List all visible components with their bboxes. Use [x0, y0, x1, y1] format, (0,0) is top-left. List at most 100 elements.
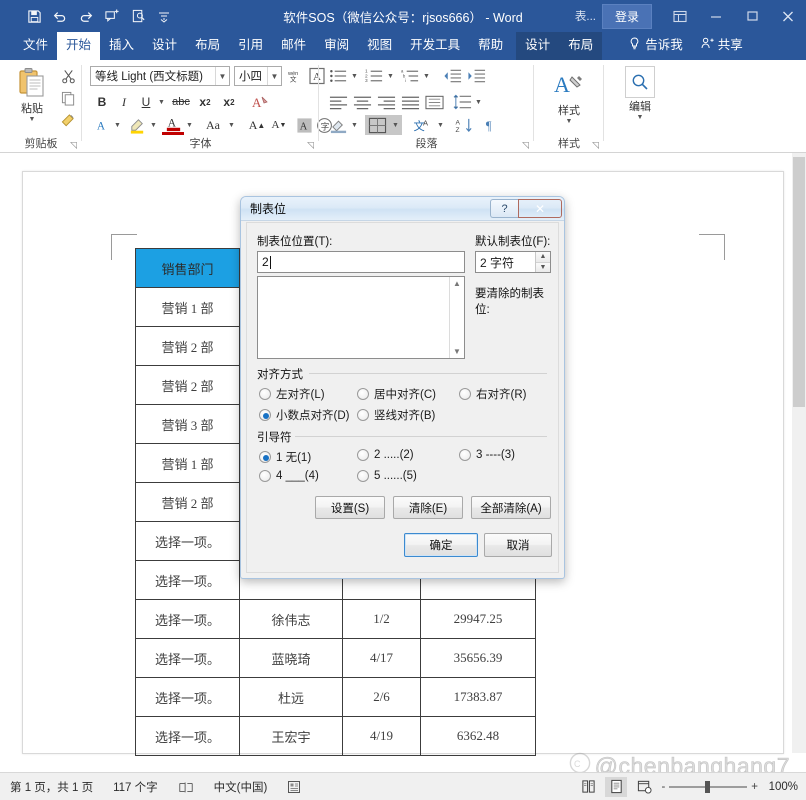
cell-dept[interactable]: 营销 1 部 [135, 287, 240, 327]
italic-button[interactable]: I [114, 92, 134, 112]
justify-button[interactable] [399, 92, 421, 112]
undo-icon[interactable] [48, 4, 72, 28]
align-right-radio[interactable]: 右对齐(R) [459, 386, 526, 402]
tab-insert[interactable]: 插入 [100, 32, 143, 60]
tab-mailings[interactable]: 邮件 [272, 32, 315, 60]
leader-none-radio[interactable]: 1 无(1) [259, 449, 311, 465]
cell-amount[interactable]: 17383.87 [420, 677, 536, 717]
word-count[interactable]: 117 个字 [103, 779, 168, 795]
cell-dept[interactable]: 选择一项。 [135, 521, 240, 561]
cell-name[interactable]: 徐伟志 [239, 599, 343, 639]
zoom-knob[interactable] [705, 780, 711, 793]
font-name-combo[interactable]: 等线 Light (西文标题) ▼ [90, 66, 230, 86]
distribute-button[interactable] [423, 92, 445, 112]
language-indicator[interactable]: 中文(中国) [204, 779, 278, 795]
editing-dropdown-arrow[interactable]: ▼ [616, 114, 664, 121]
bullets-dropdown-arrow[interactable]: ▼ [349, 66, 360, 86]
font-size-caret-icon[interactable]: ▼ [267, 67, 281, 85]
clipboard-dialog-launcher[interactable]: ◹ [70, 141, 79, 150]
cell-date[interactable]: 2/6 [342, 677, 421, 717]
tab-position-listbox[interactable]: ▲ ▼ [257, 276, 465, 359]
tab-layout[interactable]: 布局 [186, 32, 229, 60]
cell-amount[interactable]: 29947.25 [420, 599, 536, 639]
borders-button[interactable] [365, 115, 389, 135]
underline-button[interactable]: U [136, 92, 156, 112]
align-center-button[interactable] [351, 92, 373, 112]
line-spacing-dropdown-arrow[interactable]: ▼ [473, 92, 484, 112]
font-size-combo[interactable]: 小四 ▼ [234, 66, 282, 86]
table-row[interactable]: 选择一项。 王宏宇 4/19 6362.48 [135, 716, 536, 756]
font-name-caret-icon[interactable]: ▼ [215, 67, 229, 85]
cell-dept[interactable]: 选择一项。 [135, 638, 240, 678]
accessibility-icon[interactable] [277, 780, 311, 794]
cell-dept[interactable]: 营销 2 部 [135, 482, 240, 522]
sign-in-button[interactable]: 登录 [601, 3, 652, 29]
set-button[interactable]: 设置(S) [315, 496, 385, 519]
page-info[interactable]: 第 1 页，共 1 页 [0, 779, 103, 795]
cell-dept[interactable]: 营销 2 部 [135, 365, 240, 405]
tab-table-design[interactable]: 设计 [516, 32, 559, 60]
line-spacing-button[interactable] [451, 92, 473, 112]
copy-button[interactable] [58, 88, 78, 108]
table-row[interactable]: 选择一项。 蓝晓琦 4/17 35656.39 [135, 638, 536, 678]
change-case-button[interactable]: wén 文 [285, 66, 305, 86]
scroll-up-icon[interactable]: ▲ [453, 277, 461, 290]
text-effects-button[interactable]: A [248, 91, 272, 113]
align-center-radio[interactable]: 居中对齐(C) [357, 386, 436, 402]
minimize-button[interactable] [698, 0, 734, 32]
decrease-indent-button[interactable] [441, 66, 463, 86]
clear-all-button[interactable]: 全部清除(A) [471, 496, 551, 519]
character-shading-button[interactable]: A [294, 115, 314, 135]
multilevel-list-dropdown-arrow[interactable]: ▼ [421, 66, 432, 86]
tell-me-box[interactable]: 告诉我 [620, 32, 692, 60]
dialog-close-button[interactable]: ✕ [518, 199, 562, 218]
spinner-down-icon[interactable]: ▼ [536, 262, 550, 272]
cell-dept[interactable]: 选择一项。 [135, 716, 240, 756]
web-layout-icon[interactable] [633, 777, 655, 797]
cell-dept[interactable]: 销售部门 [135, 248, 240, 288]
clear-button[interactable]: 清除(E) [393, 496, 463, 519]
save-icon[interactable] [22, 4, 46, 28]
redo-icon[interactable] [74, 4, 98, 28]
font-color-dropdown-arrow[interactable]: ▼ [184, 115, 195, 135]
cell-dept[interactable]: 营销 1 部 [135, 443, 240, 483]
scrollbar-thumb[interactable] [793, 157, 805, 407]
strikethrough-button[interactable]: abc [170, 92, 192, 112]
tab-position-input[interactable]: 2 [257, 251, 465, 273]
cell-name[interactable]: 杜远 [239, 677, 343, 717]
align-right-button[interactable] [375, 92, 397, 112]
cell-dept[interactable]: 营销 3 部 [135, 404, 240, 444]
vertical-scrollbar[interactable] [792, 153, 806, 753]
editing-button[interactable]: 编辑 ▼ [616, 66, 664, 121]
spinner-up-icon[interactable]: ▲ [536, 252, 550, 263]
text-effects-aa-button[interactable]: Aa [200, 115, 226, 135]
bold-button[interactable]: B [92, 92, 112, 112]
tab-review[interactable]: 审阅 [315, 32, 358, 60]
text-highlight-color-button[interactable]: A [92, 115, 112, 135]
tab-table-layout[interactable]: 布局 [559, 32, 602, 60]
tab-design[interactable]: 设计 [143, 32, 186, 60]
subscript-button[interactable]: x2 [194, 92, 216, 112]
styles-dropdown-arrow[interactable]: ▼ [546, 118, 592, 125]
cell-date[interactable]: 1/2 [342, 599, 421, 639]
table-row[interactable]: 选择一项。 杜远 2/6 17383.87 [135, 677, 536, 717]
font-color-button[interactable]: A [162, 115, 184, 135]
print-preview-icon[interactable] [126, 4, 150, 28]
zoom-in-button[interactable]: + [751, 781, 758, 793]
proofing-status-icon[interactable] [168, 780, 204, 794]
cell-name[interactable]: 王宏宇 [239, 716, 343, 756]
scroll-down-icon[interactable]: ▼ [453, 345, 461, 358]
cell-name[interactable]: 蓝晓琦 [239, 638, 343, 678]
leader-dashes-radio[interactable]: 3 ----(3) [459, 449, 515, 461]
leader-dots2-radio[interactable]: 5 ......(5) [357, 470, 417, 482]
align-left-radio[interactable]: 左对齐(L) [259, 386, 325, 402]
highlight-color-button[interactable] [126, 115, 148, 135]
leader-underline-radio[interactable]: 4 ___(4) [259, 470, 319, 482]
cell-dept[interactable]: 选择一项。 [135, 599, 240, 639]
show-formatting-marks-button[interactable]: ¶ [481, 115, 503, 135]
customize-qat-icon[interactable] [152, 4, 176, 28]
tab-developer[interactable]: 开发工具 [401, 32, 469, 60]
cancel-button[interactable]: 取消 [484, 533, 552, 557]
new-comment-icon[interactable] [100, 4, 124, 28]
sort-button[interactable]: AZ [453, 115, 477, 135]
